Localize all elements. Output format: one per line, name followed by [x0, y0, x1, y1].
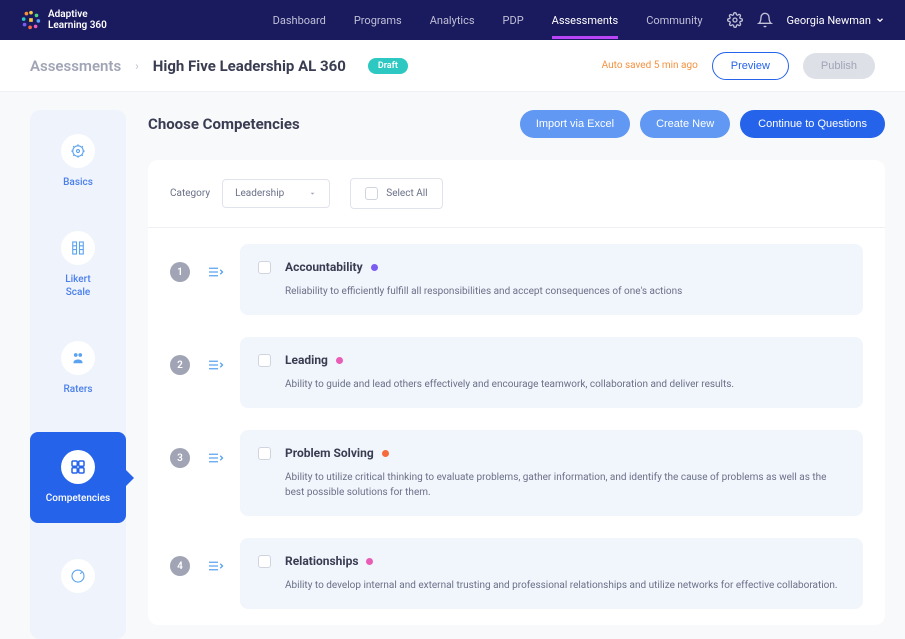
row-number: 2: [170, 355, 190, 375]
scale-icon: [69, 239, 87, 257]
logo-text: Adaptive Learning 360: [48, 9, 107, 31]
main-nav: Dashboard Programs Analytics PDP Assessm…: [273, 2, 703, 39]
color-dot-icon: [382, 450, 389, 457]
competency-desc: Reliability to efficiently fulfill all r…: [285, 284, 845, 299]
nav-pdp[interactable]: PDP: [503, 2, 524, 39]
competency-row: 4 Relationships Ability to develop inter…: [170, 538, 863, 609]
step-sidebar: Basics Likert Scale Raters Competencies: [30, 110, 126, 639]
sidebar-item-next[interactable]: [30, 553, 126, 599]
preview-button[interactable]: Preview: [712, 52, 789, 80]
competency-title: Accountability: [285, 260, 845, 274]
checkbox-icon: [365, 187, 378, 200]
main-title: Choose Competencies: [148, 115, 300, 133]
grid-icon: [69, 458, 87, 476]
sidebar-item-label: Raters: [63, 383, 92, 396]
drag-handle-icon[interactable]: [206, 265, 224, 279]
sidebar-item-label: Competencies: [46, 492, 110, 505]
status-badge: Draft: [368, 58, 408, 74]
chevron-right-icon: ›: [135, 59, 139, 73]
chevron-down-icon: [875, 15, 885, 25]
nav-assessments[interactable]: Assessments: [552, 2, 619, 39]
checkbox[interactable]: [258, 555, 271, 568]
category-dropdown[interactable]: Leadership: [222, 179, 330, 208]
competency-desc: Ability to utilize critical thinking to …: [285, 470, 845, 500]
raters-icon: [69, 349, 87, 367]
competency-row: 2 Leading Ability to guide and lead othe…: [170, 337, 863, 408]
import-button[interactable]: Import via Excel: [520, 110, 630, 138]
sidebar-item-label: Likert Scale: [65, 273, 91, 299]
color-dot-icon: [336, 357, 343, 364]
create-new-button[interactable]: Create New: [640, 110, 730, 138]
color-dot-icon: [366, 558, 373, 565]
publish-button: Publish: [803, 53, 875, 79]
row-number: 3: [170, 448, 190, 468]
sidebar-item-likert[interactable]: Likert Scale: [30, 225, 126, 305]
competency-desc: Ability to guide and lead others effecti…: [285, 377, 845, 392]
checkbox[interactable]: [258, 447, 271, 460]
nav-programs[interactable]: Programs: [354, 2, 402, 39]
bell-icon[interactable]: [757, 12, 773, 28]
competency-title: Relationships: [285, 554, 845, 568]
user-menu[interactable]: Georgia Newman: [787, 14, 885, 27]
sidebar-item-competencies[interactable]: Competencies: [30, 432, 126, 523]
drag-handle-icon[interactable]: [206, 358, 224, 372]
user-name-text: Georgia Newman: [787, 14, 871, 27]
row-number: 4: [170, 556, 190, 576]
category-label: Category: [170, 188, 210, 199]
sidebar-item-raters[interactable]: Raters: [30, 335, 126, 402]
logo[interactable]: Adaptive Learning 360: [20, 9, 107, 31]
nav-dashboard[interactable]: Dashboard: [273, 2, 326, 39]
continue-button[interactable]: Continue to Questions: [740, 110, 885, 138]
checkbox[interactable]: [258, 261, 271, 274]
settings-icon[interactable]: [727, 12, 743, 28]
competency-card[interactable]: Accountability Reliability to efficientl…: [240, 244, 863, 315]
gear-outline-icon: [69, 142, 87, 160]
nav-analytics[interactable]: Analytics: [430, 2, 475, 39]
page-title: High Five Leadership AL 360: [153, 57, 346, 75]
competency-row: 1 Accountability Reliability to efficien…: [170, 244, 863, 315]
color-dot-icon: [371, 264, 378, 271]
breadcrumb-root[interactable]: Assessments: [30, 57, 121, 75]
competency-card[interactable]: Problem Solving Ability to utilize criti…: [240, 430, 863, 516]
competency-card[interactable]: Relationships Ability to develop interna…: [240, 538, 863, 609]
drag-handle-icon[interactable]: [206, 559, 224, 573]
competency-desc: Ability to develop internal and external…: [285, 578, 845, 593]
competency-title: Problem Solving: [285, 446, 845, 460]
select-all-button[interactable]: Select All: [350, 178, 442, 209]
logo-icon: [20, 9, 42, 31]
breadcrumb: Assessments › High Five Leadership AL 36…: [30, 57, 408, 75]
drag-handle-icon[interactable]: [206, 451, 224, 465]
autosave-text: Auto saved 5 min ago: [602, 60, 698, 71]
row-number: 1: [170, 262, 190, 282]
sidebar-item-label: Basics: [63, 176, 93, 189]
competency-card[interactable]: Leading Ability to guide and lead others…: [240, 337, 863, 408]
sidebar-item-basics[interactable]: Basics: [30, 128, 126, 195]
circle-icon: [69, 567, 87, 585]
competency-row: 3 Problem Solving Ability to utilize cri…: [170, 430, 863, 516]
dropdown-value: Leadership: [235, 188, 284, 199]
select-all-label: Select All: [386, 188, 427, 199]
checkbox[interactable]: [258, 354, 271, 367]
nav-community[interactable]: Community: [646, 2, 702, 39]
competency-title: Leading: [285, 353, 845, 367]
caret-down-icon: [308, 189, 317, 198]
